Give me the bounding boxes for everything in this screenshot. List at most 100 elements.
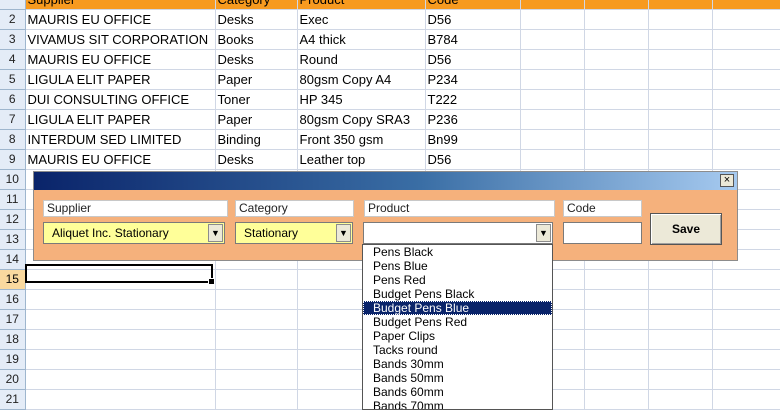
product-cell[interactable]: Round — [297, 49, 426, 70]
category-cell[interactable]: Desks — [215, 149, 298, 170]
row-header[interactable]: 5 — [0, 69, 26, 90]
empty-cell[interactable] — [584, 389, 649, 410]
dropdown-option[interactable]: Pens Black — [363, 245, 552, 259]
product-dropdown-list[interactable]: Pens Black Pens Blue Pens Red Budget Pens B… — [362, 244, 553, 410]
row-header[interactable]: 6 — [0, 89, 26, 110]
row-header[interactable]: 8 — [0, 129, 26, 150]
code-cell[interactable]: P236 — [425, 109, 521, 130]
supplier-cell[interactable]: MAURIS EU OFFICE — [25, 149, 216, 170]
supplier-cell[interactable]: VIVAMUS SIT CORPORATION — [25, 29, 216, 50]
empty-cell[interactable] — [712, 29, 780, 50]
code-cell[interactable]: D56 — [425, 9, 521, 30]
category-cell[interactable]: Books — [215, 29, 298, 50]
empty-cell[interactable] — [648, 149, 713, 170]
dropdown-option[interactable]: Bands 60mm — [363, 385, 552, 399]
category-cell[interactable] — [215, 309, 298, 330]
empty-cell[interactable] — [584, 369, 649, 390]
category-cell[interactable] — [215, 389, 298, 410]
dropdown-option[interactable]: Tacks round — [363, 343, 552, 357]
dropdown-option[interactable]: Bands 30mm — [363, 357, 552, 371]
category-cell[interactable]: Desks — [215, 9, 298, 30]
empty-cell[interactable] — [648, 109, 713, 130]
empty-cell[interactable] — [520, 89, 585, 110]
category-cell[interactable]: Paper — [215, 69, 298, 90]
code-cell[interactable]: B784 — [425, 29, 521, 50]
empty-cell[interactable] — [648, 129, 713, 150]
dropdown-option[interactable]: Budget Pens Blue — [363, 301, 552, 315]
supplier-cell[interactable]: LIGULA ELIT PAPER — [25, 109, 216, 130]
supplier-cell[interactable] — [25, 329, 216, 350]
empty-cell[interactable] — [648, 0, 713, 10]
category-cell[interactable] — [215, 349, 298, 370]
category-cell[interactable]: Category — [215, 0, 298, 10]
empty-cell[interactable] — [712, 49, 780, 70]
code-cell[interactable]: T222 — [425, 89, 521, 110]
empty-cell[interactable] — [712, 349, 780, 370]
empty-cell[interactable] — [520, 29, 585, 50]
empty-cell[interactable] — [648, 349, 713, 370]
row-header[interactable]: 10 — [0, 169, 26, 190]
empty-cell[interactable] — [584, 9, 649, 30]
supplier-cell[interactable]: MAURIS EU OFFICE — [25, 49, 216, 70]
product-combobox[interactable]: ▼ — [363, 222, 553, 244]
chevron-down-icon[interactable]: ▼ — [208, 224, 223, 242]
row-header[interactable]: 18 — [0, 329, 26, 350]
supplier-cell[interactable] — [25, 369, 216, 390]
supplier-cell[interactable]: LIGULA ELIT PAPER — [25, 69, 216, 90]
supplier-cell[interactable]: Supplier — [25, 0, 216, 10]
row-header[interactable]: 11 — [0, 189, 26, 210]
dropdown-option[interactable]: Paper Clips — [363, 329, 552, 343]
product-cell[interactable]: Product — [297, 0, 426, 10]
empty-cell[interactable] — [520, 69, 585, 90]
row-header[interactable]: 19 — [0, 349, 26, 370]
dropdown-option[interactable]: Pens Red — [363, 273, 552, 287]
empty-cell[interactable] — [584, 329, 649, 350]
supplier-cell[interactable] — [25, 389, 216, 410]
empty-cell[interactable] — [648, 29, 713, 50]
empty-cell[interactable] — [712, 329, 780, 350]
empty-cell[interactable] — [712, 289, 780, 310]
row-header[interactable]: 16 — [0, 289, 26, 310]
supplier-cell[interactable]: MAURIS EU OFFICE — [25, 9, 216, 30]
empty-cell[interactable] — [520, 9, 585, 30]
empty-cell[interactable] — [712, 69, 780, 90]
product-cell[interactable]: Leather top — [297, 149, 426, 170]
row-header[interactable]: 12 — [0, 209, 26, 230]
dropdown-option[interactable]: Pens Blue — [363, 259, 552, 273]
product-cell[interactable]: 80gsm Copy A4 — [297, 69, 426, 90]
code-cell[interactable]: Bn99 — [425, 129, 521, 150]
empty-cell[interactable] — [584, 29, 649, 50]
row-header[interactable] — [0, 0, 26, 10]
code-cell[interactable]: D56 — [425, 149, 521, 170]
empty-cell[interactable] — [584, 0, 649, 10]
empty-cell[interactable] — [648, 269, 713, 290]
empty-cell[interactable] — [584, 109, 649, 130]
form-titlebar[interactable]: × — [34, 172, 737, 190]
supplier-cell[interactable] — [25, 349, 216, 370]
code-cell[interactable]: P234 — [425, 69, 521, 90]
product-cell[interactable]: Front 350 gsm — [297, 129, 426, 150]
empty-cell[interactable] — [712, 269, 780, 290]
empty-cell[interactable] — [584, 89, 649, 110]
active-cell-cursor[interactable] — [25, 264, 215, 285]
empty-cell[interactable] — [584, 309, 649, 330]
row-header[interactable]: 21 — [0, 389, 26, 410]
empty-cell[interactable] — [648, 389, 713, 410]
empty-cell[interactable] — [584, 289, 649, 310]
empty-cell[interactable] — [712, 129, 780, 150]
save-button[interactable]: Save — [650, 213, 722, 245]
supplier-cell[interactable] — [25, 289, 216, 310]
code-input[interactable] — [563, 222, 642, 244]
product-cell[interactable]: HP 345 — [297, 89, 426, 110]
category-cell[interactable]: Toner — [215, 89, 298, 110]
category-cell[interactable]: Binding — [215, 129, 298, 150]
empty-cell[interactable] — [584, 349, 649, 370]
row-header[interactable]: 3 — [0, 29, 26, 50]
supplier-cell[interactable]: INTERDUM SED LIMITED — [25, 129, 216, 150]
empty-cell[interactable] — [520, 0, 585, 10]
empty-cell[interactable] — [520, 109, 585, 130]
empty-cell[interactable] — [712, 9, 780, 30]
row-header[interactable]: 2 — [0, 9, 26, 30]
category-cell[interactable]: Paper — [215, 109, 298, 130]
row-header[interactable]: 7 — [0, 109, 26, 130]
